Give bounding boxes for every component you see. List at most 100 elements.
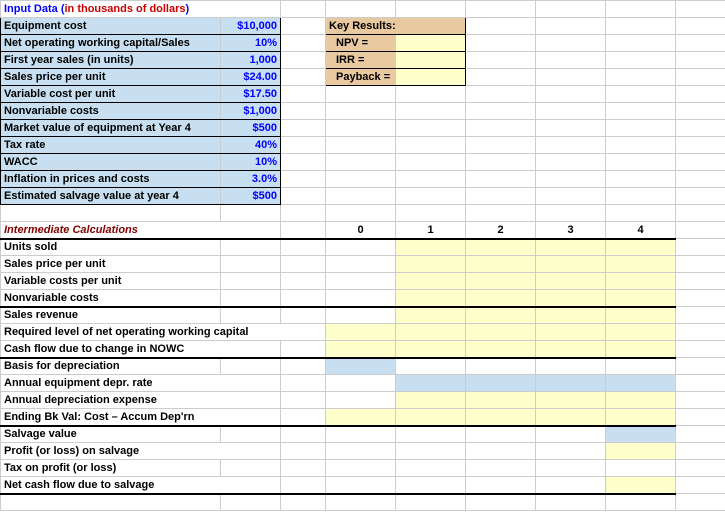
input-value[interactable]: 1,000 (221, 52, 281, 69)
calc-row-label: Sales revenue (1, 307, 221, 324)
calc-cell[interactable] (466, 341, 536, 358)
input-label: Estimated salvage value at year 4 (1, 188, 221, 205)
calc-row-label: Cash flow due to change in NOWC (1, 341, 281, 358)
key-result-label: Payback = (326, 69, 396, 86)
input-label: Inflation in prices and costs (1, 171, 221, 188)
input-value[interactable]: 10% (221, 35, 281, 52)
calc-cell[interactable] (606, 273, 676, 290)
calc-cell[interactable] (396, 256, 466, 273)
calc-cell[interactable] (466, 409, 536, 426)
input-data-header: Input Data (in thousands of dollars) (1, 1, 281, 18)
calc-row-label: Profit (or loss) on salvage (1, 443, 281, 460)
calc-cell[interactable] (396, 375, 466, 392)
calc-cell[interactable] (606, 341, 676, 358)
key-result-value[interactable] (396, 35, 466, 52)
calc-cell[interactable] (326, 341, 396, 358)
calc-cell[interactable] (466, 239, 536, 256)
calc-cell[interactable] (326, 324, 396, 341)
input-label: Net operating working capital/Sales (1, 35, 221, 52)
calc-cell[interactable] (606, 409, 676, 426)
year-header: 2 (466, 222, 536, 239)
key-result-value[interactable] (396, 52, 466, 69)
input-label: Market value of equipment at Year 4 (1, 120, 221, 137)
calc-row-label: Nonvariable costs (1, 290, 221, 307)
key-result-label: NPV = (326, 35, 396, 52)
calc-cell[interactable] (396, 239, 466, 256)
calc-cell[interactable] (606, 290, 676, 307)
calc-cell[interactable] (466, 256, 536, 273)
input-value[interactable]: $500 (221, 188, 281, 205)
calc-cell[interactable] (396, 290, 466, 307)
calc-cell[interactable] (606, 256, 676, 273)
calc-cell[interactable] (466, 307, 536, 324)
calc-row-label: Units sold (1, 239, 221, 256)
key-result-label: IRR = (326, 52, 396, 69)
intermediate-title: Intermediate Calculations (1, 222, 281, 239)
calc-cell[interactable] (606, 239, 676, 256)
calc-cell[interactable] (606, 392, 676, 409)
calc-cell[interactable] (606, 324, 676, 341)
input-value[interactable]: $17.50 (221, 86, 281, 103)
calc-row-label: Net cash flow due to salvage (1, 477, 281, 494)
calc-cell[interactable] (536, 409, 606, 426)
input-value[interactable]: 10% (221, 154, 281, 171)
input-value[interactable]: $1,000 (221, 103, 281, 120)
input-label: Tax rate (1, 137, 221, 154)
calc-cell[interactable] (466, 392, 536, 409)
calc-cell[interactable] (396, 341, 466, 358)
calc-row-label: Salvage value (1, 426, 221, 443)
calc-cell[interactable] (606, 443, 676, 460)
input-value[interactable]: 40% (221, 137, 281, 154)
input-value[interactable]: $500 (221, 120, 281, 137)
calc-cell[interactable] (536, 341, 606, 358)
calc-cell[interactable] (396, 273, 466, 290)
calc-cell[interactable] (536, 290, 606, 307)
calc-row-label: Tax on profit (or loss) (1, 460, 221, 477)
input-label: Equipment cost (1, 18, 221, 35)
input-value[interactable]: 3.0% (221, 171, 281, 188)
year-header: 3 (536, 222, 606, 239)
input-label: First year sales (in units) (1, 52, 221, 69)
calc-row-label: Annual depreciation expense (1, 392, 281, 409)
input-label: WACC (1, 154, 221, 171)
calc-cell[interactable] (536, 392, 606, 409)
calc-cell[interactable] (466, 324, 536, 341)
calc-cell[interactable] (466, 375, 536, 392)
calc-cell[interactable] (396, 392, 466, 409)
calc-cell[interactable] (606, 307, 676, 324)
calc-row-label: Ending Bk Val: Cost – Accum Dep'rn (1, 409, 281, 426)
year-header: 4 (606, 222, 676, 239)
calc-row-label: Required level of net operating working … (1, 324, 326, 341)
calc-row-label: Annual equipment depr. rate (1, 375, 281, 392)
input-label: Sales price per unit (1, 69, 221, 86)
calc-cell[interactable] (606, 477, 676, 494)
calc-cell[interactable] (606, 375, 676, 392)
calc-row-label: Sales price per unit (1, 256, 221, 273)
input-data-prefix: Input Data ( (4, 3, 65, 15)
calc-cell[interactable] (536, 324, 606, 341)
input-label: Variable cost per unit (1, 86, 221, 103)
input-label: Nonvariable costs (1, 103, 221, 120)
calc-cell[interactable] (536, 273, 606, 290)
calc-cell[interactable] (606, 426, 676, 443)
year-header: 1 (396, 222, 466, 239)
calc-cell[interactable] (536, 256, 606, 273)
calc-row-label: Basis for depreciation (1, 358, 221, 375)
calc-cell[interactable] (326, 358, 396, 375)
input-value[interactable]: $10,000 (221, 18, 281, 35)
calc-cell[interactable] (536, 375, 606, 392)
calc-cell[interactable] (466, 290, 536, 307)
calc-cell[interactable] (396, 307, 466, 324)
input-data-suffix: ) (186, 3, 190, 15)
calc-cell[interactable] (396, 324, 466, 341)
calc-cell[interactable] (326, 409, 396, 426)
calc-cell[interactable] (466, 273, 536, 290)
key-result-value[interactable] (396, 69, 466, 86)
calc-cell[interactable] (536, 307, 606, 324)
spreadsheet: Input Data (in thousands of dollars) Equ… (0, 0, 725, 511)
input-data-red: in thousands of dollars (65, 3, 186, 15)
input-value[interactable]: $24.00 (221, 69, 281, 86)
calc-cell[interactable] (396, 409, 466, 426)
calc-cell[interactable] (536, 239, 606, 256)
calc-row-label: Variable costs per unit (1, 273, 221, 290)
